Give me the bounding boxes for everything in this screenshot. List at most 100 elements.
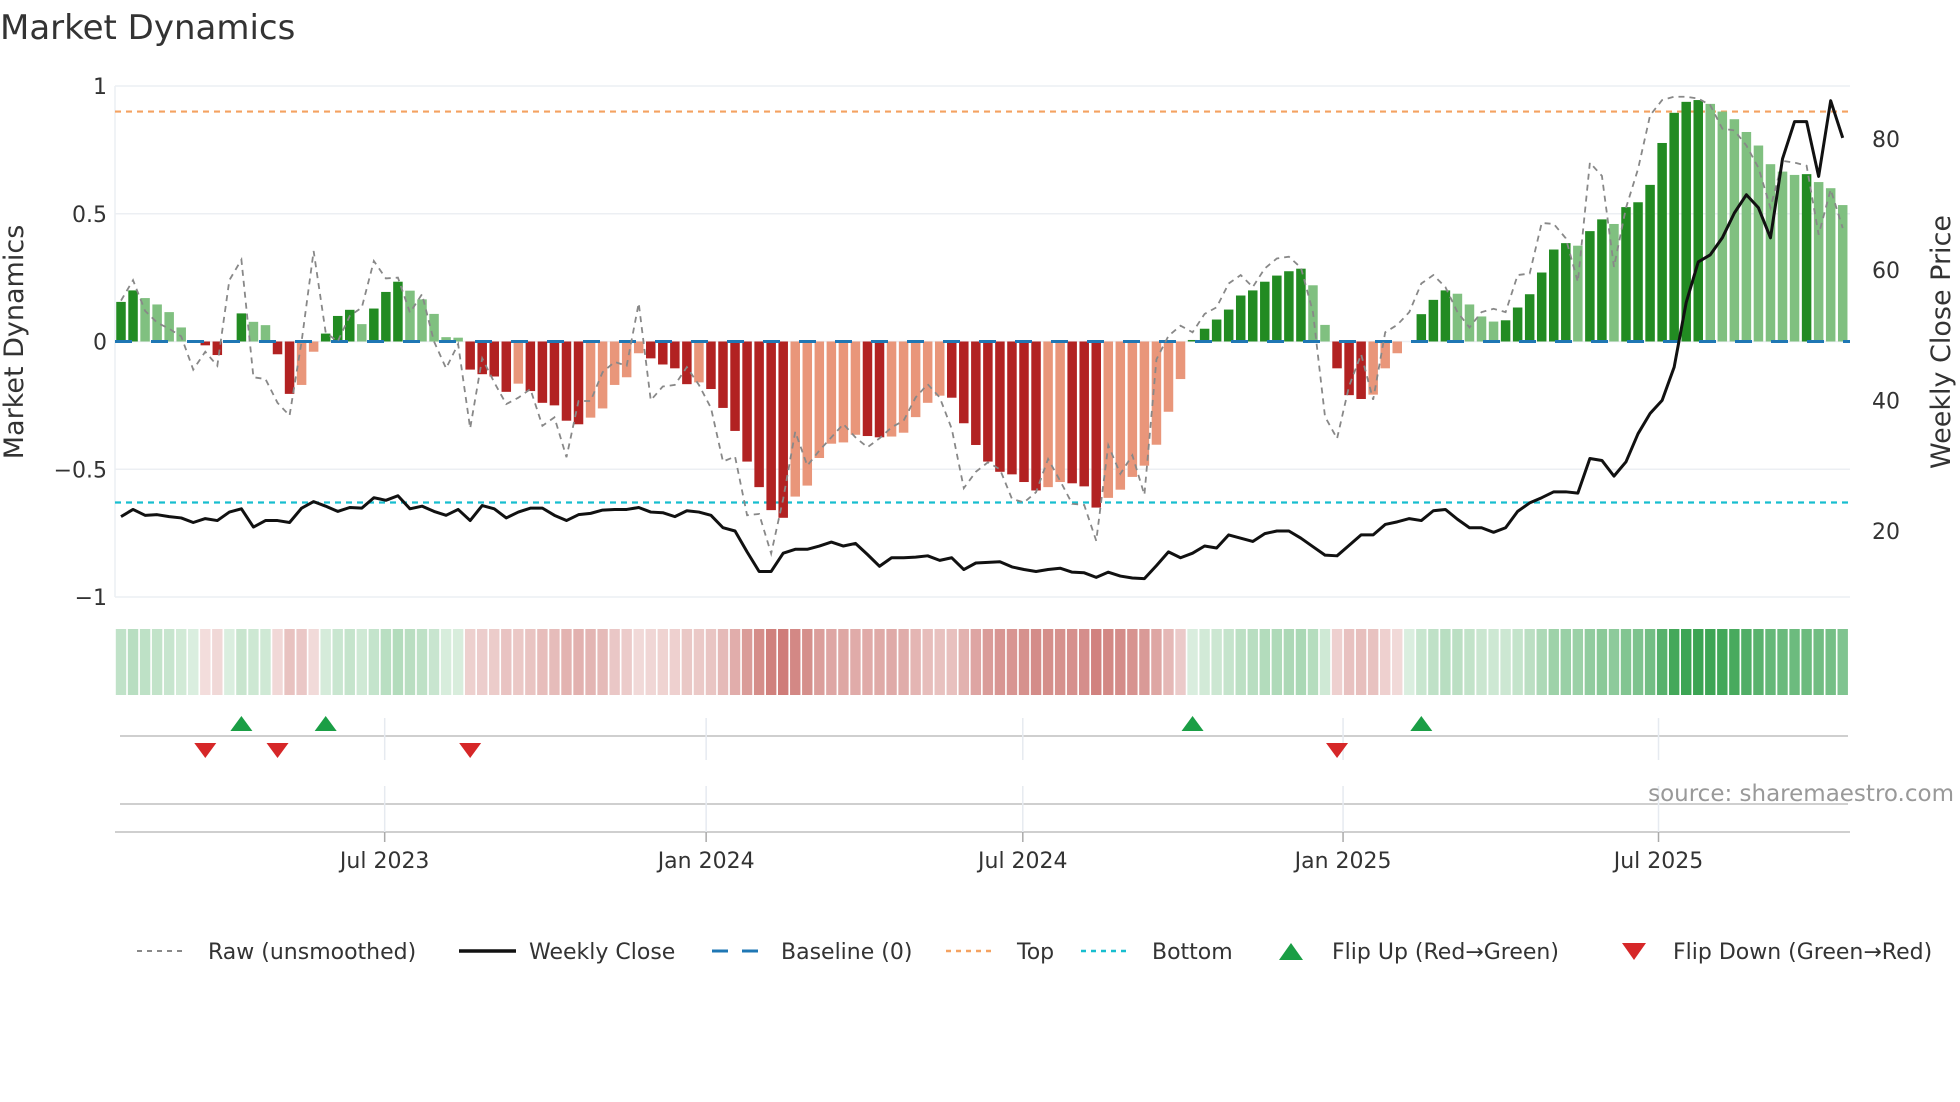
y-axis-left: 1 0.5 0 −0.5 −1 [54, 75, 107, 611]
heatmap-cell [320, 629, 331, 695]
legend-item-baseline[interactable]: Baseline (0) [712, 940, 912, 965]
bar [236, 313, 247, 342]
heatmap-cell [368, 629, 380, 695]
heatmap-cell [1295, 629, 1307, 695]
heatmap-cell [1428, 629, 1439, 695]
heatmap-cell [1488, 629, 1499, 695]
legend-item-raw[interactable]: Raw (unsmoothed) [137, 940, 416, 965]
legend-item-flip-up[interactable]: Flip Up (Red→Green) [1279, 940, 1559, 965]
heatmap-cell [224, 629, 235, 695]
heatmap-cell [1319, 629, 1331, 695]
triangle-down-icon [1622, 943, 1646, 960]
heatmap-cell [994, 629, 1006, 695]
heatmap-cell [585, 629, 596, 695]
bar [1813, 182, 1824, 342]
heatmap-cell [212, 629, 223, 695]
heatmap-cell [236, 629, 247, 695]
heatmap-cell [741, 629, 753, 695]
legend-item-top[interactable]: Top [946, 940, 1054, 965]
bar [1633, 202, 1643, 342]
legend-item-flip-down[interactable]: Flip Down (Green→Red) [1622, 940, 1932, 965]
bar [1789, 174, 1800, 342]
heatmap-cell [1656, 629, 1668, 695]
heatmap-cell [1115, 629, 1126, 695]
y-tick-label: −0.5 [54, 458, 107, 483]
heatmap-cell [1331, 629, 1343, 695]
heatmap-cell [621, 629, 632, 695]
bar [369, 308, 379, 342]
bar [1055, 341, 1065, 483]
heatmap-cell [1668, 629, 1680, 695]
y2-tick-label: 80 [1872, 128, 1900, 153]
bar [1199, 328, 1210, 342]
heatmap-cell [1235, 629, 1246, 695]
bar [983, 341, 993, 462]
heatmap-cell [272, 629, 283, 695]
heatmap-cell [151, 629, 163, 695]
bar [1175, 341, 1186, 380]
heatmap-cell [416, 629, 428, 695]
bar [1007, 341, 1017, 475]
legend: Raw (unsmoothed) Weekly Close Baseline (… [137, 940, 1932, 965]
chart-title: Market Dynamics [0, 8, 295, 48]
heatmap-cell [428, 629, 440, 695]
bar [670, 341, 680, 369]
flip-up-marker [314, 716, 337, 731]
heatmap-cell [1452, 629, 1463, 695]
heatmap-cell [1753, 629, 1764, 695]
legend-item-bottom[interactable]: Bottom [1081, 940, 1233, 965]
bar [1705, 103, 1716, 342]
heatmap-cell [1464, 629, 1475, 695]
heatmap-cell [1620, 629, 1632, 695]
bar [1500, 320, 1511, 342]
bar [1597, 219, 1607, 342]
heatmap-cell [765, 629, 777, 695]
bar [1476, 316, 1487, 342]
heatmap-cell [1632, 629, 1644, 695]
heatmap-cell [1693, 629, 1704, 695]
heatmap-cell [296, 629, 307, 695]
bar [1163, 341, 1174, 412]
x-tick-label: Jul 2025 [1612, 849, 1704, 874]
bar [1211, 319, 1222, 342]
heatmap-cell [1139, 629, 1150, 695]
heatmap-cell [753, 629, 765, 695]
bar [128, 290, 138, 342]
heatmap-cell [705, 629, 717, 695]
heatmap-cell [1789, 629, 1800, 695]
bar [1091, 341, 1101, 508]
bar [152, 304, 162, 342]
heatmap-cell [934, 629, 945, 695]
bar [886, 341, 897, 437]
market-dynamics-chart: Market Dynamics 1 0.5 0 −0.5 −1 20 40 60 80 Jul… [0, 8, 1957, 965]
source-label: source: sharemaestro.com [1648, 781, 1954, 807]
legend-item-weekly-close[interactable]: Weekly Close [459, 940, 675, 965]
bar [284, 341, 295, 394]
heatmap-cell [1343, 629, 1355, 695]
bar [862, 341, 873, 437]
y-tick-label: 0.5 [72, 203, 107, 228]
heatmap-cell [1066, 629, 1078, 695]
heatmap-cell [1536, 629, 1547, 695]
bar [1428, 299, 1439, 342]
heatmap-cell [356, 629, 367, 695]
bar [1332, 341, 1342, 369]
bar [1717, 111, 1728, 342]
heatmap-cell [1163, 629, 1174, 695]
bar [742, 341, 752, 462]
heatmap-cell [452, 629, 464, 695]
bar [621, 341, 632, 378]
heatmap-cell [537, 629, 548, 695]
bar [1645, 184, 1655, 342]
heatmap-cell [344, 629, 355, 695]
heatmap-cell [874, 629, 885, 695]
bar [826, 341, 837, 444]
bar [910, 341, 921, 418]
bar [633, 341, 644, 354]
heatmap-cell [1837, 629, 1848, 695]
bar [790, 341, 800, 497]
x-tick-label: Jul 2023 [338, 849, 430, 874]
heatmap-cell [802, 629, 813, 695]
heatmap-cell [633, 629, 644, 695]
bar [658, 341, 668, 365]
